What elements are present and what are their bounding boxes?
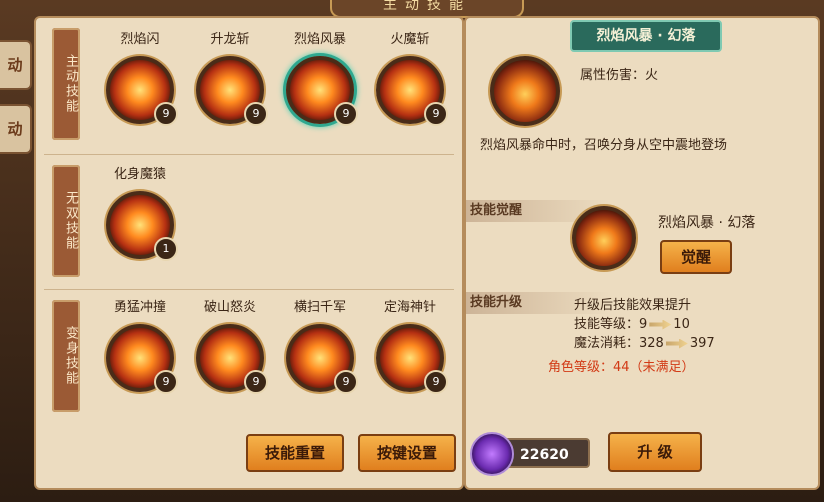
skill-detail-title: 烈焰风暴 · 幻落 (570, 20, 722, 52)
skill-description: 烈焰风暴命中时，召唤分身从空中震地登场 (480, 138, 728, 153)
skill-name: 烈焰风暴 (293, 32, 346, 47)
flame-flash-icon[interactable]: 9 (106, 56, 178, 126)
arrow-right-icon (649, 319, 672, 330)
mana-cost-label: 魔法消耗： (574, 336, 640, 351)
skill-card[interactable]: 破山怒炎 9 (190, 298, 270, 394)
skill-level-badge: 9 (244, 102, 268, 126)
level-requirement: 角色等级：44（未满足） (548, 360, 695, 375)
ribbon-transform: 变身技能 (52, 300, 80, 412)
skill-name: 勇猛冲撞 (113, 300, 166, 315)
skill-level-badge: 9 (244, 370, 268, 394)
skill-card[interactable]: 定海神针 9 (370, 298, 450, 394)
skill-level-badge: 9 (154, 370, 178, 394)
skill-card[interactable]: 横扫千军 9 (280, 298, 360, 394)
arrow-right-icon (665, 338, 688, 349)
skill-name: 定海神针 (383, 300, 436, 315)
flame-storm-detail-icon (490, 56, 560, 126)
awaken-skill-icon (572, 206, 636, 270)
mana-cost-from: 328 (639, 336, 664, 351)
skill-level-label: 技能等级： (574, 317, 640, 332)
fire-demon-icon[interactable]: 9 (376, 56, 448, 126)
upgrade-button[interactable]: 升 级 (608, 432, 702, 472)
skill-level-badge: 9 (334, 370, 358, 394)
section-active-skills: 主动技能 烈焰闪 9 升龙斩 9 烈焰风暴 9 火魔斩 9 (44, 18, 454, 155)
rising-dragon-icon[interactable]: 9 (196, 56, 268, 126)
skill-card[interactable]: 火魔斩 9 (370, 30, 450, 126)
mana-cost-to: 397 (689, 336, 715, 351)
skill-card-selected[interactable]: 烈焰风暴 9 (280, 30, 360, 126)
mana-cost-row: 魔法消耗：328 397 (574, 332, 715, 351)
awaken-button[interactable]: 觉醒 (660, 240, 732, 274)
side-tab-2[interactable]: 动 (0, 104, 32, 154)
skill-level-badge: 9 (334, 102, 358, 126)
skill-name: 火魔斩 (390, 32, 430, 47)
purple-gem-icon (470, 432, 514, 476)
flame-storm-icon[interactable]: 9 (286, 56, 358, 126)
ribbon-active: 主动技能 (52, 28, 80, 140)
skill-card[interactable]: 化身魔猿 1 (100, 165, 180, 261)
sweep-army-icon[interactable]: 9 (286, 324, 358, 394)
upgrade-effect-text: 升级后技能效果提升 (574, 298, 692, 313)
skill-attribute: 属性伤害：火 (580, 68, 659, 83)
section-transform-skills: 变身技能 勇猛冲撞 9 破山怒炎 9 横扫千军 9 定海神针 9 (44, 290, 454, 424)
awaken-skill-name: 烈焰风暴 · 幻落 (658, 215, 756, 231)
skill-card[interactable]: 烈焰闪 9 (100, 30, 180, 126)
skill-list-panel: 主动技能 烈焰闪 9 升龙斩 9 烈焰风暴 9 火魔斩 9 无双技能 化身魔猿 … (34, 16, 464, 490)
skill-level-to: 10 (673, 317, 690, 332)
key-settings-button[interactable]: 按键设置 (358, 434, 456, 472)
skill-level-badge: 9 (424, 102, 448, 126)
skill-name: 破山怒炎 (203, 300, 256, 315)
brave-charge-icon[interactable]: 9 (106, 324, 178, 394)
skill-level-badge: 9 (154, 102, 178, 126)
skill-level-badge: 1 (154, 237, 178, 261)
sea-pillar-icon[interactable]: 9 (376, 324, 448, 394)
skill-name: 化身魔猿 (113, 167, 166, 182)
skill-level-row: 技能等级：9 10 (574, 313, 690, 332)
side-tab-1[interactable]: 动 (0, 40, 32, 90)
ribbon-ultimate: 无双技能 (52, 165, 80, 277)
skill-level-badge: 9 (424, 370, 448, 394)
skill-reset-button[interactable]: 技能重置 (246, 434, 344, 472)
section-ultimate-skills: 无双技能 化身魔猿 1 (44, 155, 454, 290)
skill-card[interactable]: 升龙斩 9 (190, 30, 270, 126)
mountain-fury-icon[interactable]: 9 (196, 324, 268, 394)
skill-name: 横扫千军 (293, 300, 346, 315)
skill-name: 烈焰闪 (120, 32, 160, 47)
skill-card[interactable]: 勇猛冲撞 9 (100, 298, 180, 394)
skill-level-from: 9 (639, 317, 648, 332)
demon-ape-icon[interactable]: 1 (106, 191, 178, 261)
skill-name: 升龙斩 (210, 32, 250, 47)
